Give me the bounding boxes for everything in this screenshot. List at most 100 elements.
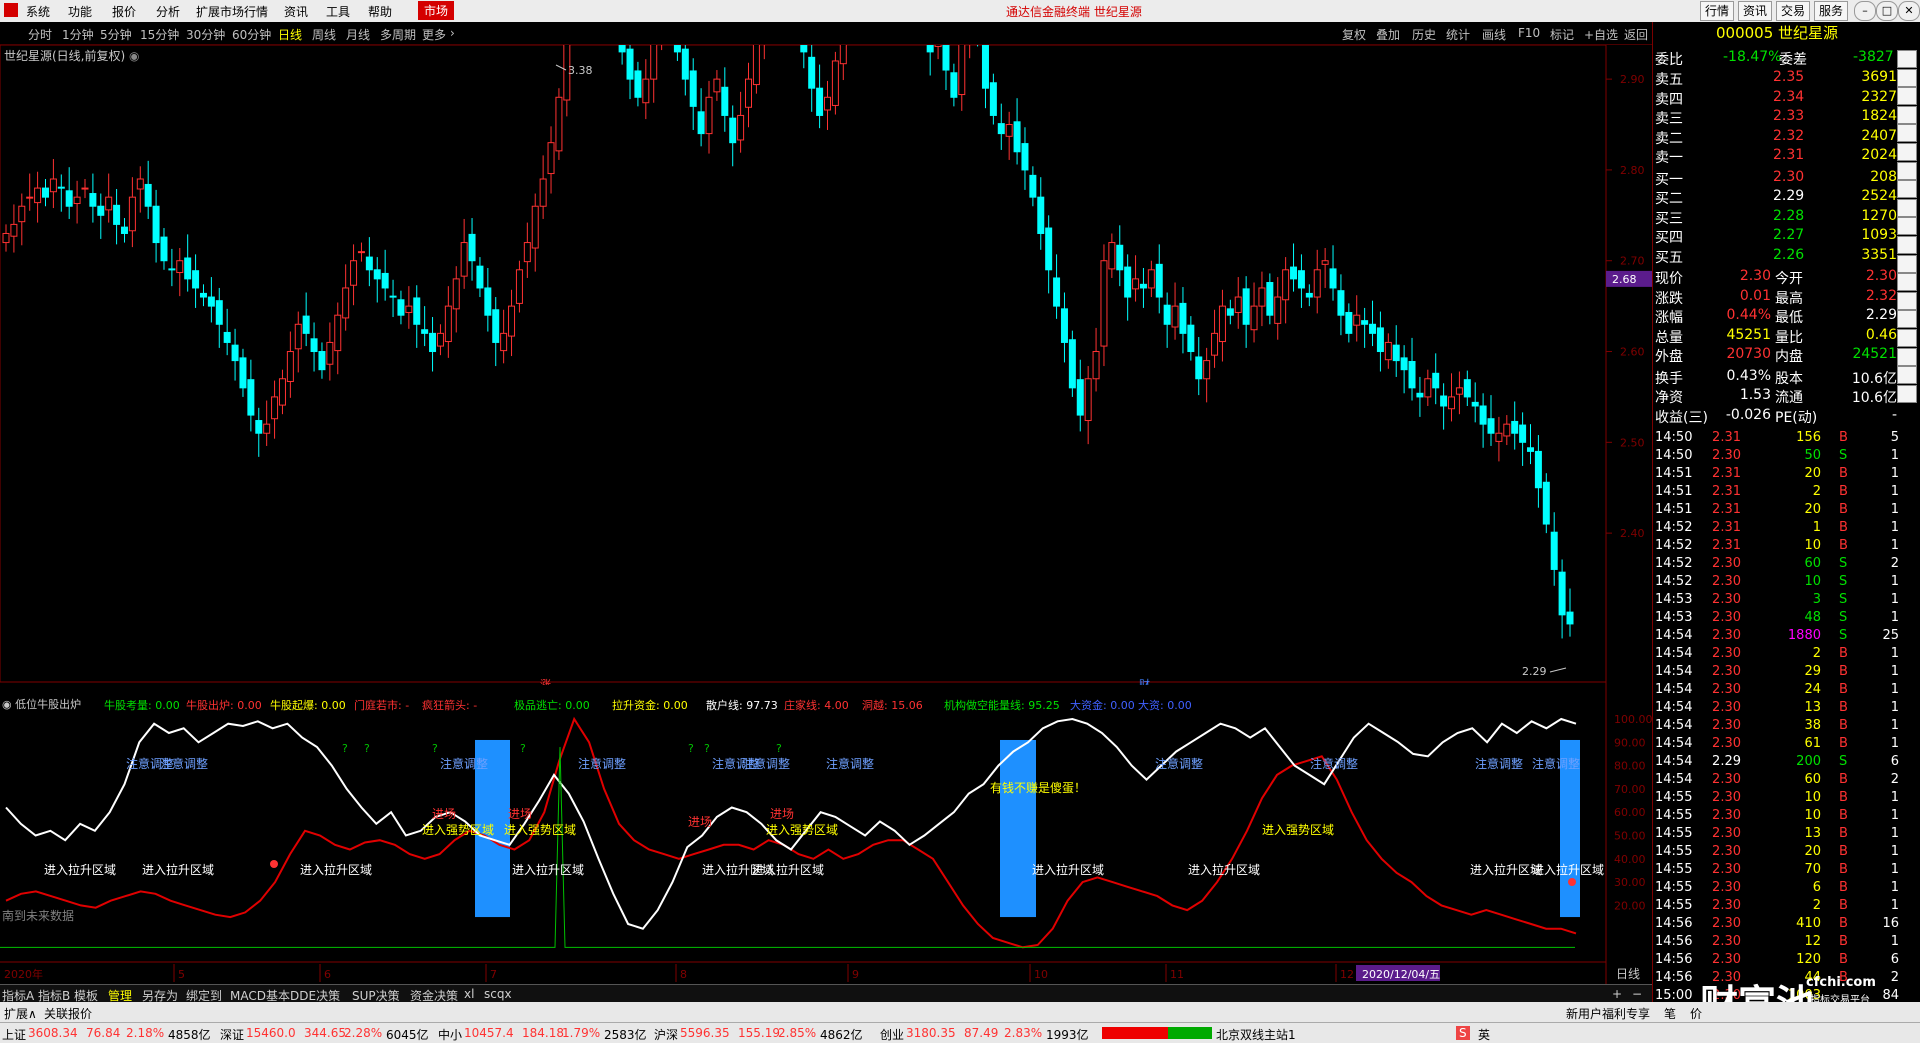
menu-market-tab[interactable]: 市场 bbox=[418, 1, 455, 20]
bid-row[interactable]: 买二 2.29 2524 bbox=[1653, 187, 1901, 207]
menu-help[interactable]: 帮助 bbox=[368, 3, 392, 20]
bid-row[interactable]: 买五 2.26 3351 bbox=[1653, 246, 1901, 266]
bid-row[interactable]: 买三 2.28 1270 bbox=[1653, 207, 1901, 227]
index-name[interactable]: 深证 bbox=[220, 1026, 244, 1043]
btn-news[interactable]: 资讯 bbox=[1738, 1, 1773, 21]
tool-fuquan[interactable]: 复权 bbox=[1342, 26, 1366, 43]
fund-icon[interactable] bbox=[1897, 217, 1917, 236]
status-promo[interactable]: 新用户福利专享 bbox=[1566, 1005, 1650, 1022]
period-fenshi[interactable]: 分时 bbox=[28, 26, 52, 43]
tool-mark[interactable]: 标记 bbox=[1550, 26, 1574, 43]
close-icon[interactable]: ✕ bbox=[1898, 1, 1920, 21]
index-amount: 4862亿 bbox=[820, 1028, 863, 1042]
trend-icon[interactable] bbox=[1897, 180, 1917, 199]
tick-time: 14:55 bbox=[1655, 826, 1693, 841]
pen-icon[interactable] bbox=[1897, 347, 1917, 366]
period-week[interactable]: 周线 bbox=[312, 26, 336, 43]
tool-overlay[interactable]: 叠加 bbox=[1376, 26, 1400, 43]
rsi-icon[interactable] bbox=[1897, 310, 1917, 329]
period-1min[interactable]: 1分钟 bbox=[62, 26, 94, 43]
bid-row[interactable]: 买四 2.27 1093 bbox=[1653, 226, 1901, 246]
kline-chart[interactable]: 3.203.103.002.902.802.702.602.502.402.68… bbox=[0, 45, 1652, 685]
candle-body bbox=[934, 45, 942, 47]
ask-row[interactable]: 卖二 2.32 2407 bbox=[1653, 127, 1901, 147]
buy-icon[interactable] bbox=[1897, 68, 1917, 87]
wave-icon[interactable] bbox=[1897, 291, 1917, 310]
menu-quote[interactable]: 报价 bbox=[112, 3, 136, 20]
watermark-site: cfchi.com bbox=[1806, 975, 1876, 990]
tick-count: 6 bbox=[1890, 754, 1899, 769]
tool-history[interactable]: 历史 bbox=[1412, 26, 1436, 43]
sell-icon[interactable] bbox=[1897, 50, 1917, 68]
menu-news[interactable]: 资讯 bbox=[284, 3, 308, 20]
info-circle-icon[interactable]: ◉ bbox=[129, 49, 139, 63]
ask-row[interactable]: 卖三 2.33 1824 bbox=[1653, 107, 1901, 127]
period-30min[interactable]: 30分钟 bbox=[186, 26, 225, 43]
status-expand[interactable]: 扩展∧ bbox=[4, 1005, 37, 1022]
tick-row: 14:54 2.30 1880 S 25 bbox=[1653, 627, 1920, 645]
menu-system[interactable]: 系统 bbox=[26, 3, 50, 20]
menu-tools[interactable]: 工具 bbox=[326, 3, 350, 20]
period-more[interactable]: 更多 bbox=[422, 26, 446, 43]
maximize-icon[interactable]: □ bbox=[1876, 1, 1898, 21]
btn-service[interactable]: 服务 bbox=[1814, 1, 1849, 21]
index-name[interactable]: 中小 bbox=[438, 1026, 462, 1043]
zoom-icon[interactable] bbox=[1897, 87, 1917, 106]
bottom-tab-11[interactable]: scqx bbox=[484, 987, 512, 1001]
minimize-icon[interactable]: – bbox=[1854, 1, 1876, 21]
period-day[interactable]: 日线 bbox=[278, 26, 302, 43]
server-name[interactable]: 北京双线主站1 bbox=[1216, 1026, 1296, 1043]
ime-s-icon[interactable]: S bbox=[1456, 1026, 1470, 1040]
menu-ext-market[interactable]: 扩展市场行情 bbox=[196, 3, 268, 20]
month-label: 11 bbox=[1170, 968, 1184, 981]
period-60min[interactable]: 60分钟 bbox=[232, 26, 271, 43]
ask-row[interactable]: 卖一 2.31 2024 bbox=[1653, 146, 1901, 166]
scroll-icon[interactable] bbox=[1897, 384, 1917, 403]
period-multi[interactable]: 多周期 bbox=[380, 26, 416, 43]
period-15min[interactable]: 15分钟 bbox=[140, 26, 179, 43]
candle-body bbox=[1329, 268, 1337, 289]
period-month[interactable]: 月线 bbox=[346, 26, 370, 43]
f5-icon[interactable] bbox=[1897, 366, 1917, 385]
status-bi[interactable]: 笔 bbox=[1664, 1005, 1676, 1022]
stat-label: 换手 bbox=[1655, 370, 1683, 387]
status-jia[interactable]: 价 bbox=[1690, 1005, 1702, 1022]
zoom-out-icon[interactable]: − bbox=[1632, 987, 1642, 1001]
tool-add-favorite[interactable]: +自选 bbox=[1584, 26, 1618, 43]
indicator-chart[interactable]: 100.00 90.00 80.00 70.00 60.00 50.00 40.00 30.0… bbox=[0, 682, 1652, 984]
tool-back[interactable]: 返回 bbox=[1624, 26, 1648, 43]
line-icon[interactable] bbox=[1897, 161, 1917, 180]
ask-row[interactable]: 卖五 2.35 3691 bbox=[1653, 68, 1901, 88]
index-name[interactable]: 沪深 bbox=[654, 1026, 678, 1043]
plus-icon[interactable] bbox=[1897, 254, 1917, 273]
bottom-tab-10[interactable]: xl bbox=[464, 987, 474, 1001]
chevron-right-icon[interactable]: › bbox=[450, 26, 455, 40]
tool-f10[interactable]: F10 bbox=[1518, 26, 1540, 40]
menu-function[interactable]: 功能 bbox=[68, 3, 92, 20]
candle-body bbox=[1195, 356, 1203, 380]
index-name[interactable]: 创业 bbox=[880, 1026, 904, 1043]
period-5min[interactable]: 5分钟 bbox=[100, 26, 132, 43]
index-name[interactable]: 上证 bbox=[2, 1026, 26, 1043]
sort-icon[interactable] bbox=[1897, 273, 1917, 292]
tool-stats[interactable]: 统计 bbox=[1446, 26, 1470, 43]
news-icon[interactable] bbox=[1897, 198, 1917, 217]
btn-trade[interactable]: 交易 bbox=[1776, 1, 1811, 21]
k-icon[interactable] bbox=[1897, 124, 1917, 143]
f10-icon[interactable] bbox=[1897, 236, 1917, 254]
tick-price: 2.30 bbox=[1712, 556, 1741, 571]
candle-body bbox=[1132, 278, 1140, 290]
bid-row[interactable]: 买一 2.30 208 bbox=[1653, 168, 1901, 188]
chart-icon[interactable] bbox=[1897, 143, 1917, 161]
list-icon[interactable] bbox=[1897, 105, 1917, 124]
candle-body bbox=[1495, 432, 1503, 442]
tool-draw[interactable]: 画线 bbox=[1482, 26, 1506, 43]
status-related-quote[interactable]: 关联报价 bbox=[44, 1005, 92, 1022]
indicator-axis-label: 70.00 bbox=[1614, 783, 1646, 796]
btn-quotes[interactable]: 行情 bbox=[1700, 1, 1735, 21]
ask-row[interactable]: 卖四 2.34 2327 bbox=[1653, 88, 1901, 108]
ime-mode[interactable]: 英 bbox=[1478, 1026, 1490, 1043]
zoom-in-icon[interactable]: + bbox=[1612, 987, 1622, 1001]
menu-analysis[interactable]: 分析 bbox=[156, 3, 180, 20]
move-icon[interactable] bbox=[1897, 329, 1917, 347]
